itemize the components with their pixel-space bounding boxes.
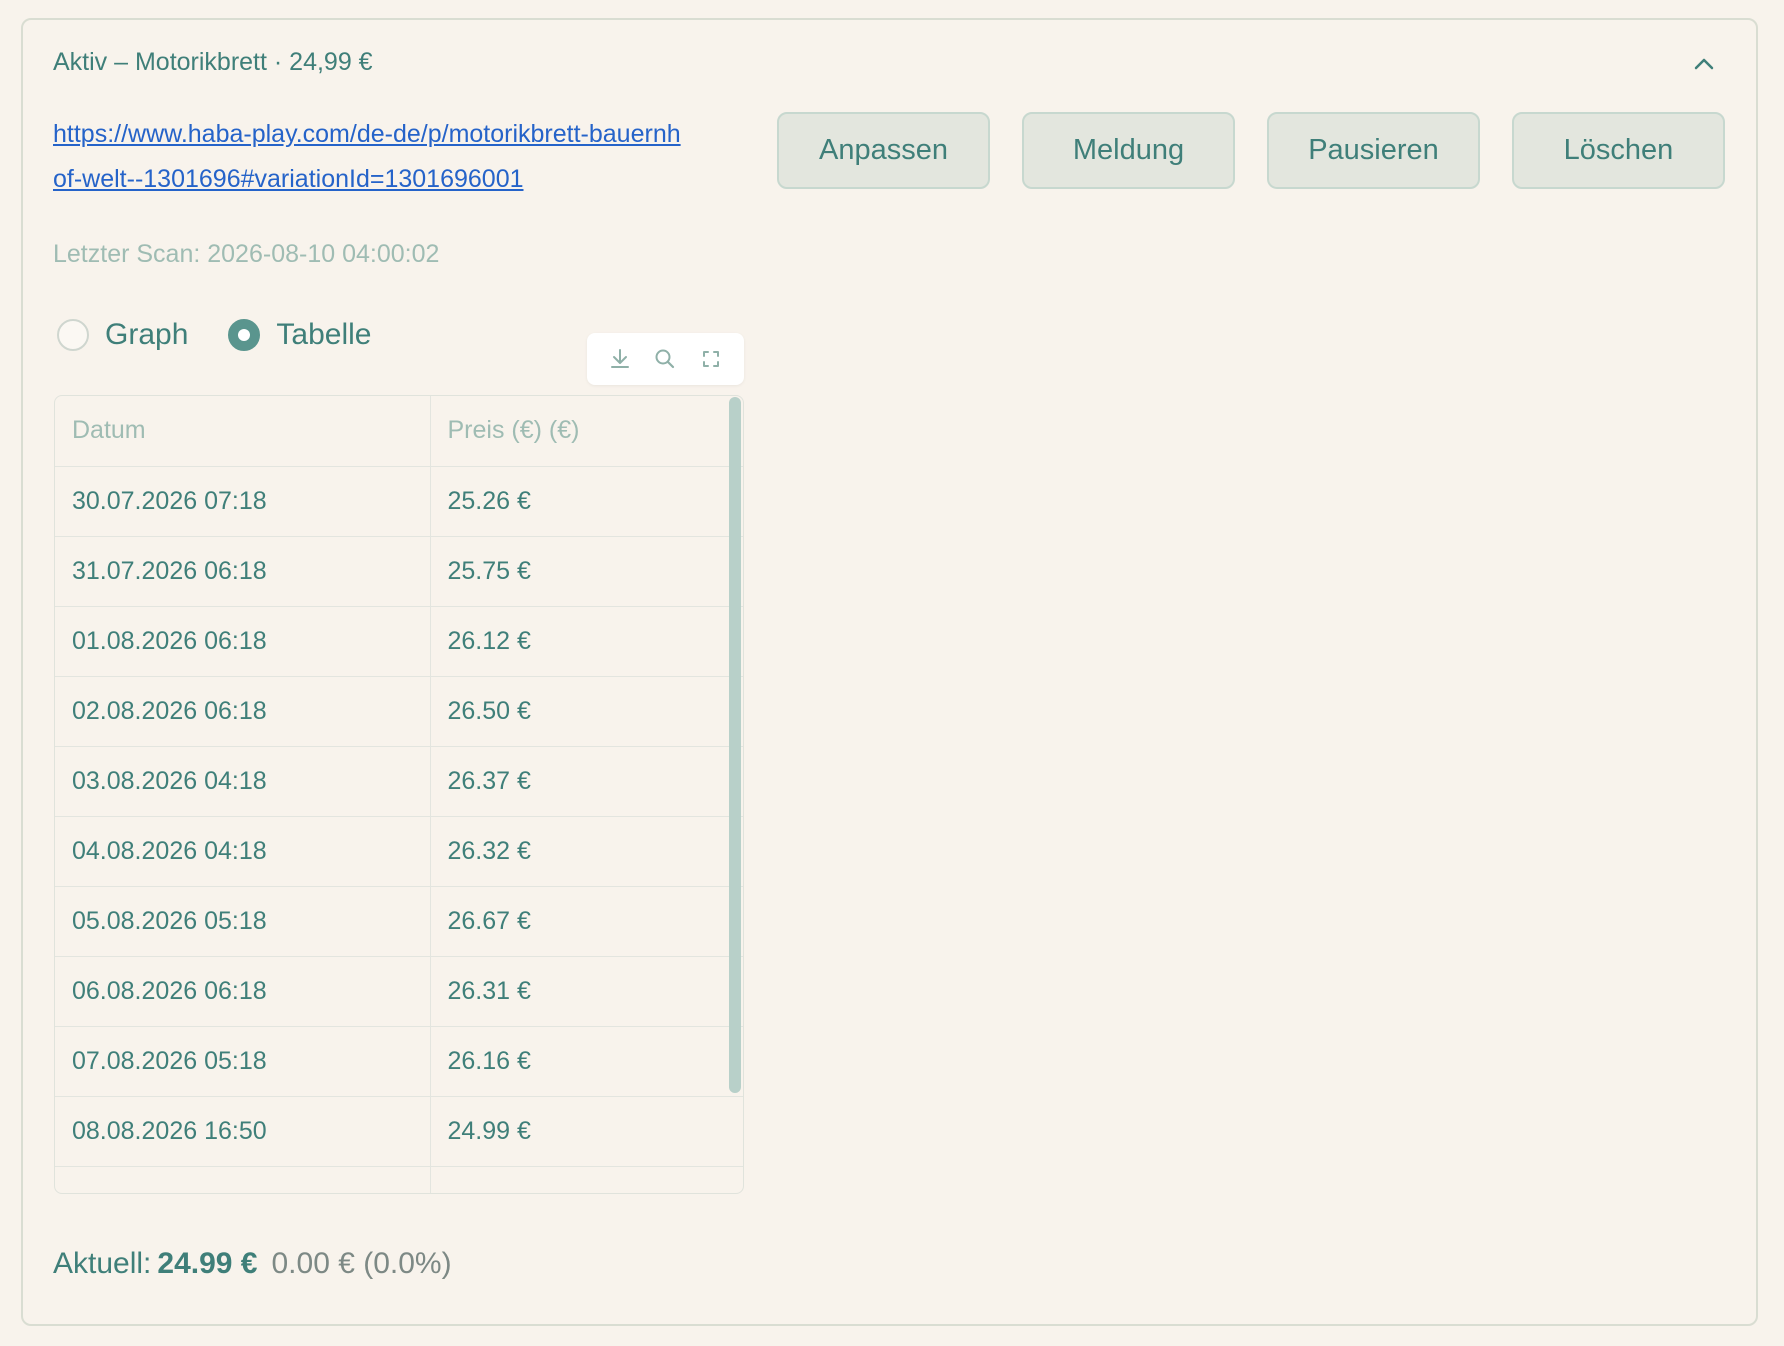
date-cell: 30.07.2026 07:18 [55,466,431,537]
price-cell: 26.50 € [430,676,743,747]
radio-table[interactable]: Tabelle [228,318,371,352]
card-title: Aktiv – Motorikbrett · 24,99 € [53,48,373,76]
price-change: 0.00 € (0.0%) [271,1247,452,1280]
summary-label: Aktuell: [53,1247,152,1280]
table-row: 03.08.2026 04:18 26.37 € [55,746,743,817]
date-cell: 05.08.2026 05:18 [55,886,431,957]
table-row: 08.08.2026 16:50 24.99 € [55,1096,743,1167]
view-toggle: Graph Tabelle [57,318,411,352]
table-row: 05.08.2026 05:18 26.67 € [55,886,743,957]
price-cell: 25.75 € [430,536,743,607]
price-cell: 26.37 € [430,746,743,817]
price-table: Datum Preis (€) (€) 30.07.2026 07:18 25.2… [54,395,744,1194]
table-row: 04.08.2026 04:18 26.32 € [55,816,743,887]
date-cell: 02.08.2026 06:18 [55,676,431,747]
date-cell: 03.08.2026 04:18 [55,746,431,817]
table-row: 30.07.2026 07:18 25.26 € [55,466,743,537]
date-cell: 07.08.2026 05:18 [55,1026,431,1097]
price-cell: 26.67 € [430,886,743,957]
table-row [55,1166,743,1193]
chevron-up-icon[interactable] [1690,50,1718,78]
price-cell: 25.26 € [430,466,743,537]
price-summary: Aktuell: 24.99 € 0.00 € (0.0%) [53,1247,452,1281]
radio-graph-circle[interactable] [57,319,89,351]
radio-graph-label: Graph [105,318,189,351]
price-cell: 26.16 € [430,1026,743,1097]
table-row: 01.08.2026 06:18 26.12 € [55,606,743,677]
date-cell [55,1166,431,1193]
date-cell: 31.07.2026 06:18 [55,536,431,607]
pause-button[interactable]: Pausieren [1267,112,1480,189]
radio-table-circle[interactable] [228,319,261,351]
radio-graph[interactable]: Graph [57,318,188,352]
radio-table-label: Tabelle [276,318,372,351]
column-header-date[interactable]: Datum [55,396,431,467]
date-cell: 04.08.2026 04:18 [55,816,431,887]
price-cell [430,1166,743,1193]
product-url-link[interactable]: https://www.haba-play.com/de-de/p/motori… [53,112,693,202]
notify-button[interactable]: Meldung [1022,112,1235,189]
date-cell: 06.08.2026 06:18 [55,956,431,1027]
adjust-button[interactable]: Anpassen [777,112,990,189]
download-icon[interactable] [606,345,634,373]
date-cell: 01.08.2026 06:18 [55,606,431,677]
table-row: 06.08.2026 06:18 26.31 € [55,956,743,1027]
fullscreen-icon[interactable] [697,345,725,373]
current-price: 24.99 € [157,1247,258,1280]
column-header-price[interactable]: Preis (€) (€) [430,396,743,467]
table-scrollbar[interactable] [729,397,741,1093]
date-cell: 08.08.2026 16:50 [55,1096,431,1167]
price-cell: 26.12 € [430,606,743,677]
table-row: 02.08.2026 06:18 26.50 € [55,676,743,747]
table-row: 07.08.2026 05:18 26.16 € [55,1026,743,1097]
price-cell: 26.32 € [430,816,743,887]
search-icon[interactable] [651,345,679,373]
table-header-row: Datum Preis (€) (€) [55,396,743,467]
last-scan-text: Letzter Scan: 2026-08-10 04:00:02 [53,240,440,268]
table-toolbar [587,333,744,385]
delete-button[interactable]: Löschen [1512,112,1725,189]
price-cell: 24.99 € [430,1096,743,1167]
price-cell: 26.31 € [430,956,743,1027]
table-row: 31.07.2026 06:18 25.75 € [55,536,743,607]
